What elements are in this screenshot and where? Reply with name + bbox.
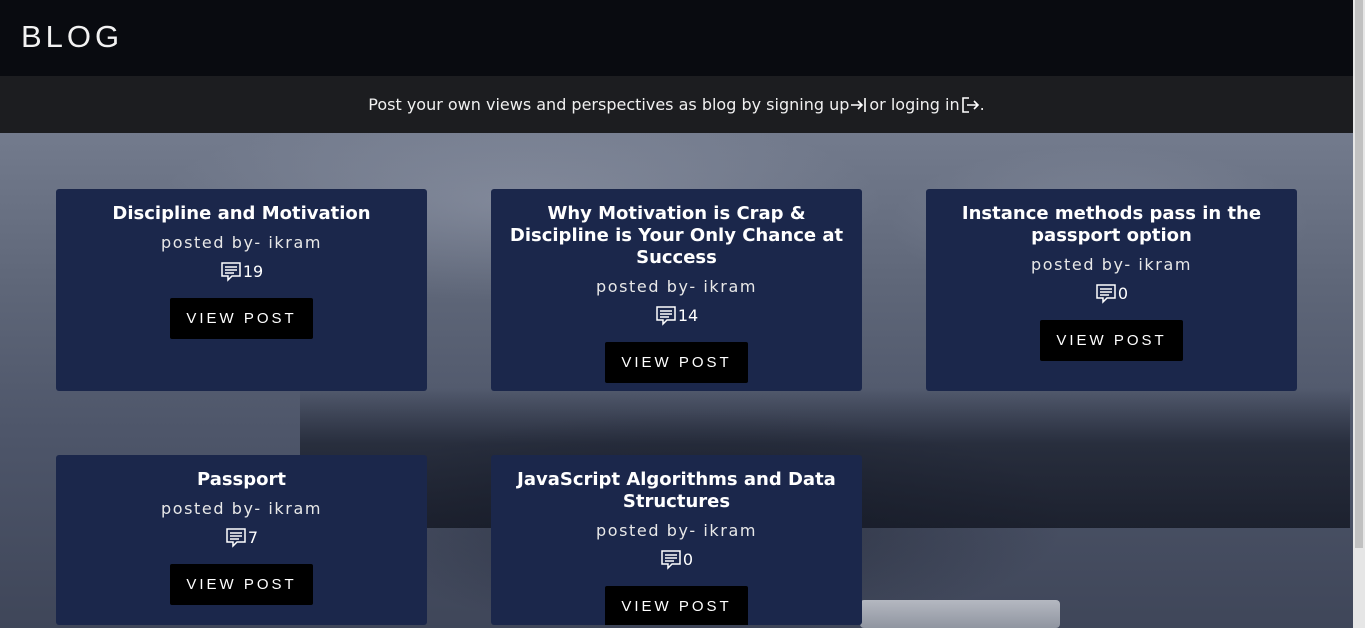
comment-icon [661,550,681,570]
header-bar: BLOG [0,0,1353,76]
intro-text-middle: or loging in [869,95,960,114]
comment-count-value: 14 [677,305,699,325]
post-title: Instance methods pass in the passport op… [961,203,1262,246]
post-card: Passport posted by- ikram 7 VIEW POST [56,455,427,625]
post-author: posted by- ikram [160,233,323,252]
comment-count-value: 19 [242,261,264,281]
post-title: Passport [196,469,286,490]
sign-up-arrow-icon[interactable] [849,95,869,115]
comment-icon [221,262,241,282]
comment-count-value: 7 [247,527,259,547]
scrollbar-thumb[interactable] [1355,0,1363,548]
comment-icon [656,306,676,326]
comment-count-value: 0 [682,549,694,569]
view-post-button[interactable]: VIEW POST [170,564,313,605]
view-post-button[interactable]: VIEW POST [605,342,748,383]
post-author: posted by- ikram [1030,255,1193,274]
post-title: Why Motivation is Crap & Discipline is Y… [509,203,844,268]
comment-count: 0 [926,282,1297,304]
background-keyboard [860,600,1060,628]
comment-count: 7 [56,526,427,548]
intro-text-end: . [979,95,985,114]
log-in-arrow-icon[interactable] [960,95,980,115]
post-author: posted by- ikram [160,499,323,518]
comment-count-value: 0 [1117,283,1129,303]
comment-count: 19 [56,260,427,282]
post-card: Discipline and Motivation posted by- ikr… [56,189,427,391]
post-title: JavaScript Algorithms and Data Structure… [517,469,836,512]
view-post-button[interactable]: VIEW POST [605,586,748,625]
comment-icon [1096,284,1116,304]
intro-bar: Post your own views and perspectives as … [0,76,1353,133]
post-card: Instance methods pass in the passport op… [926,189,1297,391]
brand-title[interactable]: BLOG [21,19,123,55]
post-card: Why Motivation is Crap & Discipline is Y… [491,189,862,391]
intro-text: Post your own views and perspectives as … [368,95,850,114]
post-author: posted by- ikram [595,277,758,296]
comment-count: 14 [491,304,862,326]
view-post-button[interactable]: VIEW POST [170,298,313,339]
view-post-button[interactable]: VIEW POST [1040,320,1183,361]
comment-icon [226,528,246,548]
comment-count: 0 [491,548,862,570]
post-card: JavaScript Algorithms and Data Structure… [491,455,862,625]
page-scrollbar[interactable] [1353,0,1365,628]
post-title: Discipline and Motivation [112,203,371,224]
post-author: posted by- ikram [595,521,758,540]
